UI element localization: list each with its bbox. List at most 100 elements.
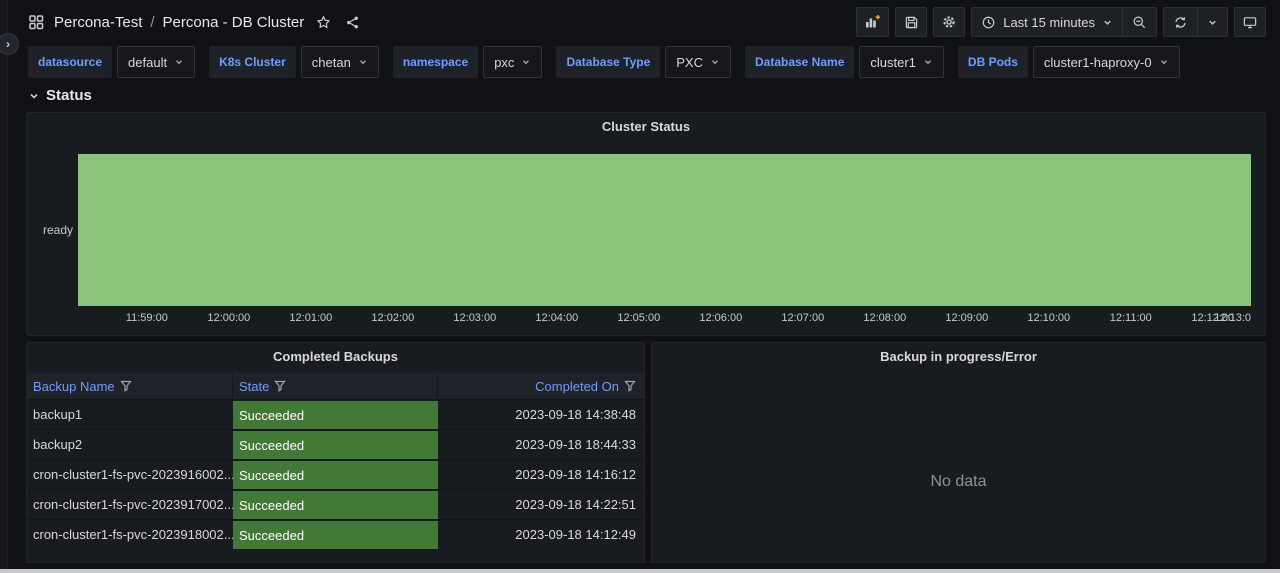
completed-on-cell: 2023-09-18 14:38:48 bbox=[438, 400, 644, 429]
filter-funnel-icon[interactable] bbox=[120, 380, 132, 392]
time-range-picker[interactable]: Last 15 minutes bbox=[972, 8, 1122, 36]
cluster-status-panel-title[interactable]: Cluster Status bbox=[27, 113, 1265, 135]
variable-current-value: cluster1 bbox=[870, 55, 916, 70]
backup-name-cell: backup2 bbox=[27, 430, 233, 459]
variable-value-dropdown[interactable]: default bbox=[117, 46, 195, 78]
variable-value-dropdown[interactable]: cluster1 bbox=[859, 46, 944, 78]
chevron-down-icon bbox=[174, 57, 184, 67]
kiosk-mode-button[interactable] bbox=[1234, 7, 1266, 37]
row-status-toggle[interactable]: Status bbox=[28, 87, 1280, 104]
filter-funnel-icon[interactable] bbox=[624, 380, 636, 392]
column-header-backup-name[interactable]: Backup Name bbox=[27, 373, 233, 399]
chevron-down-icon bbox=[923, 57, 933, 67]
breadcrumb-dashboard[interactable]: Percona - DB Cluster bbox=[163, 14, 305, 31]
backup-progress-panel-title[interactable]: Backup in progress/Error bbox=[652, 343, 1265, 365]
chevron-right-icon: › bbox=[6, 37, 10, 51]
chevron-down-icon bbox=[358, 57, 368, 67]
table-body: backup1 Succeeded 2023-09-18 14:38:48 ba… bbox=[27, 399, 644, 549]
state-timeline-plot bbox=[78, 154, 1251, 306]
chevron-down-icon bbox=[710, 57, 720, 67]
chevron-down-icon bbox=[521, 57, 531, 67]
completed-on-cell: 2023-09-18 14:22:51 bbox=[438, 490, 644, 519]
variable-label: Database Type bbox=[556, 46, 660, 78]
breadcrumb: Percona-Test / Percona - DB Cluster bbox=[54, 14, 304, 31]
backup-name-cell: cron-cluster1-fs-pvc-2023918002... bbox=[27, 520, 233, 549]
variable-label: namespace bbox=[393, 46, 478, 78]
gear-icon bbox=[941, 14, 957, 30]
column-header-label: Backup Name bbox=[33, 379, 115, 394]
save-dashboard-button[interactable] bbox=[895, 7, 927, 37]
cluster-status-panel: Cluster Status ready 11:59:00 12:00:00 1… bbox=[26, 112, 1266, 336]
variable-current-value: default bbox=[128, 55, 167, 70]
table-row: cron-cluster1-fs-pvc-2023916002... Succe… bbox=[27, 459, 644, 489]
variable-value-dropdown[interactable]: pxc bbox=[483, 46, 542, 78]
time-axis-tick: 12:00:00 bbox=[207, 312, 250, 324]
backup-name-cell: cron-cluster1-fs-pvc-2023917002... bbox=[27, 490, 233, 519]
variable-value-dropdown[interactable]: chetan bbox=[301, 46, 379, 78]
clock-icon bbox=[981, 15, 996, 30]
variable-group: namespace pxc bbox=[393, 46, 543, 78]
completed-on-cell: 2023-09-18 14:12:49 bbox=[438, 520, 644, 549]
time-axis-tick: 11:59:00 bbox=[126, 312, 168, 324]
zoom-out-time-button[interactable] bbox=[1122, 8, 1156, 36]
chevron-down-icon bbox=[28, 90, 40, 102]
completed-on-cell: 2023-09-18 18:44:33 bbox=[438, 430, 644, 459]
time-axis-tick: 12:06:00 bbox=[699, 312, 742, 324]
completed-on-cell: 2023-09-18 14:16:12 bbox=[438, 460, 644, 489]
variable-group: K8s Cluster chetan bbox=[209, 46, 379, 78]
time-range-label: Last 15 minutes bbox=[1003, 15, 1095, 30]
variable-current-value: chetan bbox=[312, 55, 351, 70]
variable-value-dropdown[interactable]: cluster1-haproxy-0 bbox=[1033, 46, 1180, 78]
breadcrumb-separator: / bbox=[150, 14, 154, 31]
column-header-state[interactable]: State bbox=[233, 373, 438, 399]
bottom-edge-strip bbox=[0, 569, 1280, 573]
dashboard-header: Percona-Test / Percona - DB Cluster bbox=[0, 0, 1280, 44]
backup-progress-panel: Backup in progress/Error No data bbox=[651, 342, 1266, 563]
variable-group: DB Pods cluster1-haproxy-0 bbox=[958, 46, 1180, 78]
time-axis-tick: 12:03:00 bbox=[453, 312, 496, 324]
favorite-star-button[interactable] bbox=[314, 13, 333, 32]
magnifier-minus-icon bbox=[1132, 15, 1147, 30]
state-cell: Succeeded bbox=[233, 460, 438, 489]
no-data-message: No data bbox=[652, 473, 1265, 491]
backup-name-cell: cron-cluster1-fs-pvc-2023916002... bbox=[27, 460, 233, 489]
time-axis-tick: 12:01:00 bbox=[289, 312, 332, 324]
variable-value-dropdown[interactable]: PXC bbox=[665, 46, 731, 78]
filter-funnel-icon[interactable] bbox=[274, 380, 286, 392]
state-cell: Succeeded bbox=[233, 520, 438, 549]
column-header-label: Completed On bbox=[535, 379, 619, 394]
sidebar-expand-button[interactable]: › bbox=[0, 33, 19, 55]
table-row: cron-cluster1-fs-pvc-2023918002... Succe… bbox=[27, 519, 644, 549]
time-axis-tick: 12:10:00 bbox=[1027, 312, 1070, 324]
variable-group: Database Type PXC bbox=[556, 46, 731, 78]
time-axis-tick: 12:13:0 bbox=[1214, 312, 1251, 324]
state-y-label: ready bbox=[37, 154, 73, 306]
state-cell: Succeeded bbox=[233, 430, 438, 459]
dashboard-settings-button[interactable] bbox=[933, 7, 965, 37]
collapsed-sidebar-rail bbox=[0, 0, 8, 573]
completed-backups-panel-title[interactable]: Completed Backups bbox=[27, 343, 644, 365]
variable-group: datasource default bbox=[28, 46, 195, 78]
variable-current-value: cluster1-haproxy-0 bbox=[1044, 55, 1152, 70]
variable-current-value: pxc bbox=[494, 55, 514, 70]
share-dashboard-button[interactable] bbox=[343, 13, 362, 32]
bar-chart-plus-icon bbox=[864, 14, 881, 30]
state-ready-bar bbox=[78, 154, 1251, 306]
backup-name-cell: backup1 bbox=[27, 400, 233, 429]
state-cell: Succeeded bbox=[233, 490, 438, 519]
refresh-dashboard-button[interactable] bbox=[1164, 8, 1197, 36]
add-panel-button[interactable] bbox=[856, 7, 889, 37]
chevron-down-icon bbox=[1159, 57, 1169, 67]
refresh-icon bbox=[1173, 15, 1188, 30]
completed-backups-table: Backup Name State Completed On bbox=[27, 373, 644, 562]
variable-group: Database Name cluster1 bbox=[745, 46, 944, 78]
save-icon bbox=[904, 15, 919, 30]
table-row: cron-cluster1-fs-pvc-2023917002... Succe… bbox=[27, 489, 644, 519]
refresh-interval-dropdown[interactable] bbox=[1197, 8, 1227, 36]
breadcrumb-folder[interactable]: Percona-Test bbox=[54, 14, 142, 31]
variable-current-value: PXC bbox=[676, 55, 703, 70]
column-header-label: State bbox=[239, 379, 269, 394]
column-header-completed-on[interactable]: Completed On bbox=[438, 373, 644, 399]
dashboard-toolbar: Last 15 minutes bbox=[856, 7, 1266, 37]
table-header-row: Backup Name State Completed On bbox=[27, 373, 644, 399]
